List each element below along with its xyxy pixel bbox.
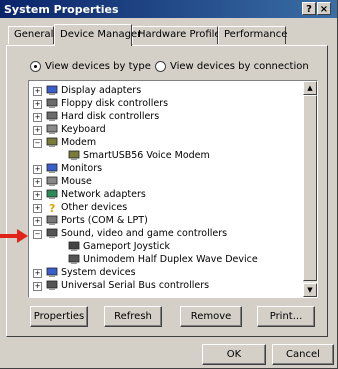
floppy-controller-icon [46,98,58,109]
refresh-button[interactable]: Refresh [104,306,162,327]
tree-item-label: Monitors [61,163,103,174]
scroll-thumb[interactable] [303,95,317,281]
tree-scrollbar[interactable]: ▲ ▼ [303,81,317,297]
help-button[interactable]: ? [302,2,316,15]
usb-icon [46,280,58,291]
tab-general[interactable]: General [8,26,54,44]
expand-icon[interactable]: + [33,165,42,174]
modem-icon [46,137,58,148]
device-tree[interactable]: ▲ ▼ + Display adapters + Floppy disk contro… [28,80,318,298]
hard-disk-controller-icon [46,111,58,122]
modem-icon [68,150,80,161]
question-mark-icon: ? [46,202,58,215]
system-properties-window: System Properties ? × General Device Man… [0,0,338,369]
tab-device-manager[interactable]: Device Manager [54,24,141,46]
view-by-connection-radio[interactable] [155,61,166,72]
tree-item-label: Mouse [61,176,92,187]
view-by-type-radio[interactable] [30,61,41,72]
tree-item-label: SmartUSB56 Voice Modem [83,150,210,161]
expand-icon[interactable]: + [33,204,42,213]
expand-icon[interactable]: + [33,178,42,187]
computer-icon [46,267,58,278]
tree-item-label: Other devices [61,202,128,213]
expand-icon[interactable]: + [33,100,42,109]
mouse-icon [46,176,58,187]
tab-hardware-profiles[interactable]: Hardware Profiles [132,26,226,44]
svg-text:?: ? [49,202,55,213]
remove-button[interactable]: Remove [180,306,242,327]
tree-item-label: Gameport Joystick [83,241,171,252]
expand-icon[interactable]: + [33,126,42,135]
collapse-icon[interactable]: − [33,139,42,148]
sound-controller-icon [68,254,80,265]
ok-button[interactable]: OK [202,344,266,365]
tree-item-label: Unimodem Half Duplex Wave Device [83,254,258,265]
tree-item-label: Ports (COM & LPT) [61,215,148,226]
sound-controller-icon [46,228,58,239]
window-title: System Properties [4,3,119,16]
view-by-type-label: View devices by type [45,61,151,72]
expand-icon[interactable]: + [33,87,42,96]
expand-icon[interactable]: + [33,269,42,278]
expand-icon[interactable]: + [33,191,42,200]
tree-item-label: Display adapters [61,85,142,96]
view-by-connection-label: View devices by connection [170,61,309,72]
print-button[interactable]: Print... [257,306,315,327]
title-bar: System Properties ? × [0,0,337,18]
tree-item-label: Modem [61,137,97,148]
port-icon [46,215,58,226]
scroll-up-button[interactable]: ▲ [303,81,317,95]
tab-performance[interactable]: Performance [218,26,287,44]
monitor-icon [46,163,58,174]
expand-icon[interactable]: + [33,217,42,226]
tree-item-label: Keyboard [61,124,106,135]
tree-item-label: Sound, video and game controllers [61,228,228,239]
collapse-icon[interactable]: − [33,230,42,239]
joystick-icon [68,241,80,252]
red-arrow-icon [0,229,28,243]
close-button[interactable]: × [317,2,331,15]
expand-icon[interactable]: + [33,282,42,291]
expand-icon[interactable]: + [33,113,42,122]
network-adapter-icon [46,189,58,200]
tree-item-label: Universal Serial Bus controllers [61,280,210,291]
keyboard-icon [46,124,58,135]
tree-item-label: Hard disk controllers [61,111,160,122]
display-adapter-icon [46,85,58,96]
properties-button[interactable]: Properties [30,306,88,327]
tree-item-label: Floppy disk controllers [61,98,169,109]
tree-item-label: Network adapters [61,189,146,200]
scroll-down-button[interactable]: ▼ [303,283,317,297]
tree-item-label: System devices [61,267,136,278]
cancel-button[interactable]: Cancel [272,344,334,365]
